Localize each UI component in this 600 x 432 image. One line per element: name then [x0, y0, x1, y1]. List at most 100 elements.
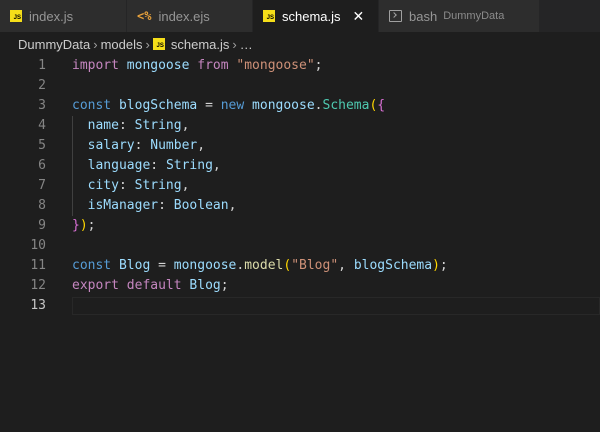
code-token: default: [126, 278, 182, 293]
code-token: import: [72, 58, 119, 73]
code-token: String: [134, 178, 182, 193]
line-number: 3: [38, 98, 46, 113]
line-number: 11: [30, 258, 46, 273]
code-token: ;: [439, 258, 448, 273]
code-token: mongoose: [126, 58, 190, 73]
code-token: =: [197, 98, 221, 113]
code-text: const blogSchema = new mongoose.Schema({: [72, 96, 385, 116]
code-token: ,: [212, 158, 221, 173]
code-line[interactable]: 4 name: String,: [0, 116, 600, 136]
code-text: });: [72, 216, 95, 236]
code-line[interactable]: 13: [0, 296, 600, 316]
code-line[interactable]: 3 const blogSchema = new mongoose.Schema(…: [0, 96, 600, 116]
code-token: :: [150, 158, 166, 173]
code-line[interactable]: 9});: [0, 216, 600, 236]
code-token: language: [87, 158, 151, 173]
code-token: (: [283, 258, 292, 273]
code-line[interactable]: 6 language: String,: [0, 156, 600, 176]
line-number: 8: [38, 198, 46, 213]
code-line[interactable]: 10: [0, 236, 600, 256]
code-token: mongoose: [173, 258, 237, 273]
code-text: language: String,: [72, 156, 221, 176]
tab-label: bash: [409, 8, 438, 24]
line-number: 4: [38, 118, 46, 133]
code-token: salary: [87, 138, 135, 153]
code-token: city: [87, 178, 119, 193]
code-text: salary: Number,: [72, 136, 205, 156]
tab-bash-terminal[interactable]: bash DummyData: [379, 0, 540, 32]
code-token: blogSchema: [353, 258, 433, 273]
code-token: }: [72, 218, 80, 233]
code-token: :: [118, 118, 135, 133]
code-token: :: [158, 198, 174, 213]
code-token: ,: [338, 258, 354, 273]
code-token: ;: [220, 278, 229, 293]
breadcrumb-file[interactable]: schema.js: [171, 37, 230, 52]
line-number: 5: [38, 138, 46, 153]
line-number: 7: [38, 178, 46, 193]
code-line[interactable]: 2: [0, 76, 600, 96]
code-token: "mongoose": [236, 58, 315, 73]
code-token: {: [377, 98, 386, 113]
code-text: name: String,: [72, 116, 190, 136]
js-icon: JS: [263, 10, 275, 22]
line-number: 12: [30, 278, 46, 293]
tab-bar: JS index.js <% index.ejs JS schema.js ✕ …: [0, 0, 600, 32]
breadcrumb-root[interactable]: DummyData: [18, 37, 90, 52]
code-token: :: [134, 138, 151, 153]
breadcrumb: DummyData › models › JS schema.js › …: [0, 32, 600, 56]
code-token: ): [79, 218, 88, 233]
line-number: 13: [30, 298, 46, 313]
terminal-icon: [389, 10, 402, 22]
tab-index-js[interactable]: JS index.js: [0, 0, 127, 32]
line-number: 2: [38, 78, 46, 93]
code-token: Blog: [189, 278, 221, 293]
chevron-right-icon: ›: [93, 36, 98, 52]
code-line[interactable]: 8 isManager: Boolean,: [0, 196, 600, 216]
code-token: model: [244, 258, 284, 273]
code-token: const: [72, 98, 112, 113]
close-icon[interactable]: ✕: [353, 8, 365, 25]
tab-label: index.ejs: [158, 8, 210, 24]
code-token: ): [432, 258, 440, 273]
code-token: ;: [87, 218, 96, 233]
code-token: ,: [228, 198, 237, 213]
tab-label: schema.js: [282, 8, 341, 24]
code-token: Number: [150, 138, 198, 153]
code-token: ;: [314, 58, 323, 73]
code-line[interactable]: 11 const Blog = mongoose.model("Blog", bl…: [0, 256, 600, 276]
code-line[interactable]: 1 import mongoose from "mongoose";: [0, 56, 600, 76]
code-line[interactable]: 7 city: String,: [0, 176, 600, 196]
tab-schema-js[interactable]: JS schema.js ✕: [253, 0, 379, 32]
code-token: ,: [181, 178, 190, 193]
code-token: :: [118, 178, 135, 193]
js-icon: JS: [152, 38, 165, 50]
code-line[interactable]: 5 salary: Number,: [0, 136, 600, 156]
code-token: isManager: [87, 198, 159, 213]
breadcrumb-symbol[interactable]: …: [240, 37, 253, 52]
code-editor[interactable]: 1 import mongoose from "mongoose"; 2 3 const…: [0, 56, 600, 432]
code-token: name: [87, 118, 119, 133]
code-line[interactable]: 12 export default Blog;: [0, 276, 600, 296]
line-number: 6: [38, 158, 46, 173]
js-icon: JS: [10, 10, 22, 22]
line-number: 10: [30, 238, 46, 253]
code-token: const: [72, 258, 112, 273]
breadcrumb-folder[interactable]: models: [101, 37, 143, 52]
code-token: String: [134, 118, 182, 133]
line-number: 1: [38, 58, 46, 73]
tab-index-ejs[interactable]: <% index.ejs: [127, 0, 253, 32]
code-token: export: [72, 278, 119, 293]
code-token: Boolean: [173, 198, 229, 213]
ejs-icon: <%: [137, 9, 152, 23]
code-text: isManager: Boolean,: [72, 196, 237, 216]
